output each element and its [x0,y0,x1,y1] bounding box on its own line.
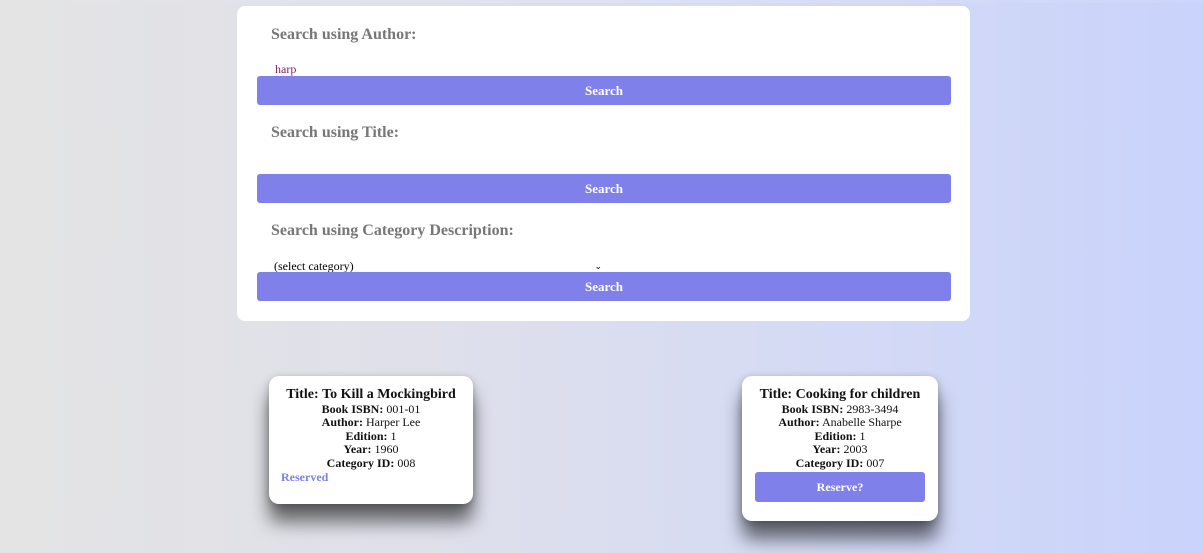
reserved-status: Reserved [281,470,329,484]
book-title: Cooking for children [795,387,921,402]
reserve-button[interactable]: Reserve? [755,472,925,502]
chevron-down-icon: ⌄ [594,261,602,272]
book-category-id: 007 [866,455,885,470]
title-search-button[interactable]: Search [257,174,951,203]
title-search-label: Search using Title: [271,124,400,141]
book-category-line: Category ID: 007 [742,455,938,471]
title-input[interactable] [271,158,625,174]
category-search-label: Search using Category Description: [271,222,514,239]
book-author-label: Author: [778,415,820,429]
book-title: To Kill a Mockingbird [322,387,456,402]
book-isbn-label: Book ISBN: [321,401,384,416]
top-strip [0,0,1203,3]
book-author-line: Author: Harper Lee [269,415,473,430]
book-edition: 1 [859,428,866,443]
book-edition: 1 [390,428,397,443]
category-search-button[interactable]: Search [257,272,951,301]
book-title-line: Title: Cooking for children [742,388,938,402]
book-title-label: Title: [286,387,319,402]
book-isbn-label: Book ISBN: [781,401,844,416]
book-edition-label: Edition: [814,428,857,443]
author-search-button[interactable]: Search [257,76,951,105]
book-author: Anabelle Sharpe [822,415,902,429]
book-isbn-line: Book ISBN: 2983-3494 [742,401,938,417]
book-title-line: Title: To Kill a Mockingbird [269,388,473,402]
author-search-label: Search using Author: [271,26,417,43]
book-category-label: Category ID: [326,455,395,470]
book-isbn-line: Book ISBN: 001-01 [269,401,473,417]
search-panel: Search using Author: Search Search using… [237,6,970,321]
book-author-line: Author: Anabelle Sharpe [742,415,938,430]
book-author-label: Author: [321,415,364,429]
book-year-label: Year: [812,442,841,456]
book-title-label: Title: [759,387,793,402]
book-category-label: Category ID: [795,455,864,470]
book-year-label: Year: [343,442,372,456]
author-input[interactable] [271,61,625,77]
book-isbn: 2983-3494 [846,401,899,416]
book-year-line: Year: 2003 [742,442,938,457]
book-category-id: 008 [397,455,416,470]
book-edition-label: Edition: [345,428,388,443]
book-author: Harper Lee [366,415,421,429]
book-isbn: 001-01 [386,401,421,416]
book-edition-line: Edition: 1 [742,428,938,444]
book-card: Title: Cooking for children Book ISBN: 2… [742,376,938,521]
book-year: 1960 [374,442,399,456]
book-edition-line: Edition: 1 [269,428,473,444]
book-year-line: Year: 1960 [269,442,473,457]
book-year: 2003 [843,442,868,456]
book-card: Title: To Kill a Mockingbird Book ISBN: … [269,376,473,504]
book-category-line: Category ID: 008 [269,455,473,471]
